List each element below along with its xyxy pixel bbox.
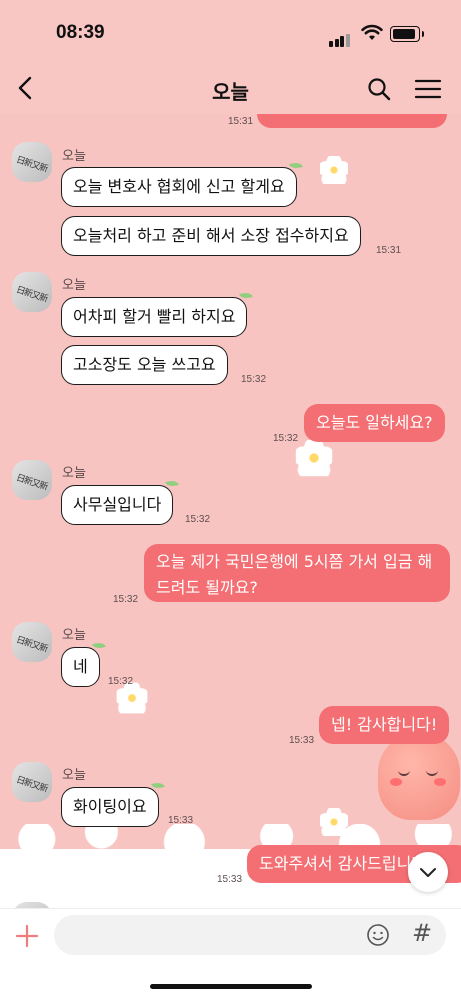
peach-character-decoration bbox=[378, 734, 460, 820]
message-time: 15:32 bbox=[113, 594, 139, 605]
avatar[interactable]: 日新又新 bbox=[12, 272, 52, 312]
sender-name: 오늘 bbox=[62, 628, 86, 643]
status-bar: 08:39 bbox=[0, 0, 461, 62]
my-message-bubble[interactable] bbox=[257, 114, 447, 128]
sender-name: 오늘 bbox=[62, 466, 86, 481]
flower-decoration bbox=[320, 808, 348, 836]
scroll-down-button[interactable] bbox=[408, 852, 448, 892]
their-message-bubble[interactable]: 고소장도 오늘 쓰고요 bbox=[61, 345, 228, 385]
my-message-bubble[interactable]: 오늘도 일하세요? bbox=[304, 404, 445, 442]
message-time: 15:32 bbox=[185, 514, 211, 525]
cellular-signal-icon bbox=[329, 28, 351, 47]
message-time: 15:32 bbox=[273, 433, 299, 444]
message-time: 15:33 bbox=[217, 874, 243, 885]
menu-icon[interactable] bbox=[414, 78, 442, 100]
message-time: 15:31 bbox=[228, 116, 254, 127]
message-time: 15:32 bbox=[241, 374, 267, 385]
their-message-bubble[interactable]: 어차피 할거 빨리 하지요 bbox=[61, 290, 254, 337]
flower-decoration bbox=[116, 682, 148, 714]
my-message-bubble[interactable]: 넵! 감사합니다! bbox=[319, 706, 450, 744]
status-time: 08:39 bbox=[56, 22, 105, 43]
avatar[interactable]: 日新又新 bbox=[12, 142, 52, 182]
home-indicator bbox=[150, 984, 312, 989]
their-message-bubble[interactable]: 오늘처리 하고 준비 해서 소장 접수하지요 bbox=[61, 216, 361, 256]
avatar[interactable]: 日新又新 bbox=[12, 762, 52, 802]
chat-header: 오늘 bbox=[0, 62, 461, 114]
their-message-bubble[interactable]: 오늘 변호사 협회에 신고 할게요 bbox=[61, 160, 303, 207]
their-message-bubble[interactable]: 사무실입니다 bbox=[61, 478, 180, 525]
emoji-icon[interactable] bbox=[366, 923, 390, 947]
battery-icon bbox=[390, 26, 424, 42]
message-time: 15:32 bbox=[108, 676, 134, 687]
sender-name: 오늘 bbox=[62, 278, 86, 293]
wifi-icon bbox=[361, 24, 383, 40]
their-message-bubble[interactable]: 네 bbox=[61, 640, 106, 687]
sender-name: 오늘 bbox=[62, 149, 86, 164]
avatar[interactable]: 日新又新 bbox=[12, 622, 52, 662]
chat-area[interactable]: 15:31 日新又新 오늘 오늘 변호사 협회에 신고 할게요 오늘처리 하고 … bbox=[0, 114, 461, 908]
plus-icon[interactable] bbox=[14, 923, 40, 949]
message-time: 15:33 bbox=[289, 735, 315, 746]
message-time: 15:33 bbox=[168, 815, 194, 826]
avatar[interactable]: 日新又新 bbox=[12, 460, 52, 500]
flower-decoration bbox=[320, 156, 348, 184]
their-message-bubble[interactable]: 화이팅이요 bbox=[61, 780, 165, 827]
chevron-down-icon bbox=[420, 868, 436, 877]
search-icon[interactable] bbox=[366, 76, 392, 102]
my-message-bubble[interactable]: 오늘 제가 국민은행에 5시쯤 가서 입금 해 드려도 될까요? bbox=[144, 544, 450, 602]
flower-decoration bbox=[295, 439, 333, 477]
hash-icon[interactable]: # bbox=[412, 919, 432, 947]
message-time: 15:31 bbox=[376, 245, 402, 256]
sender-name: 오늘 bbox=[62, 768, 86, 783]
